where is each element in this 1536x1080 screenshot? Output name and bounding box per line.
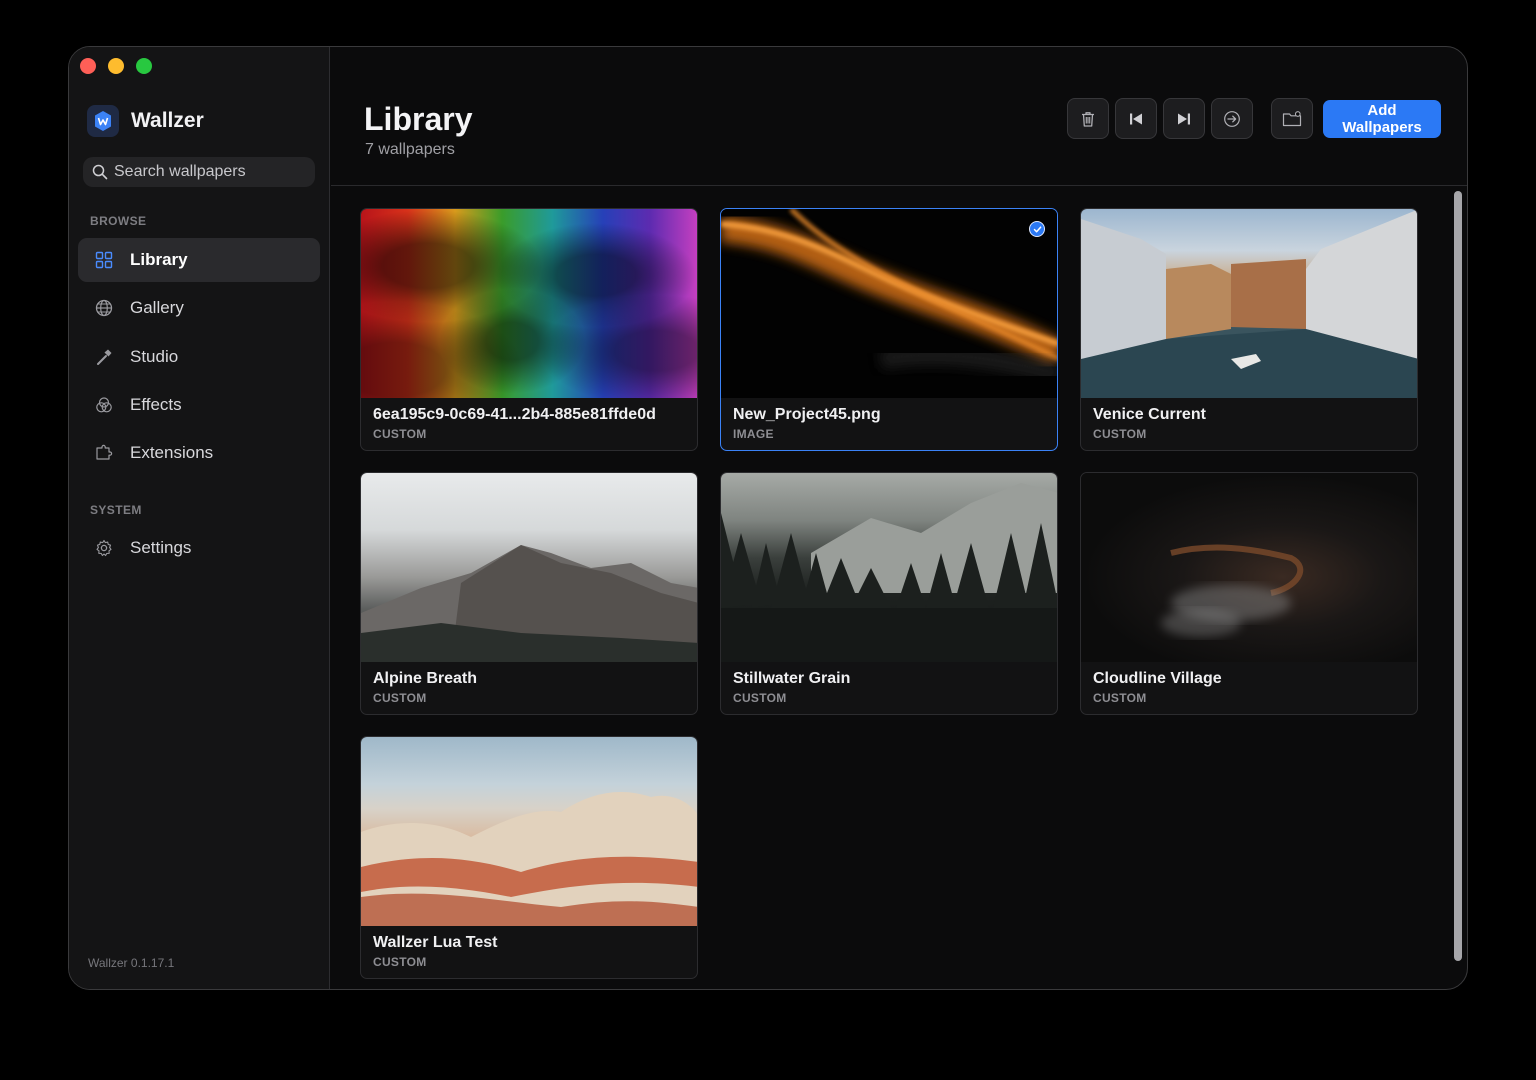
skip-forward-icon bbox=[1178, 113, 1190, 124]
wallpaper-title: Wallzer Lua Test bbox=[373, 934, 498, 951]
arrow-circle-icon bbox=[1224, 110, 1240, 127]
main-content: Library 7 wallpapers Add Wallpapers 6ea1… bbox=[331, 47, 1467, 989]
sidebar-item-extensions[interactable]: Extensions bbox=[78, 431, 320, 475]
hammer-icon bbox=[94, 347, 114, 367]
add-wallpapers-button[interactable]: Add Wallpapers bbox=[1323, 99, 1441, 138]
wallpaper-thumbnail bbox=[1081, 209, 1417, 398]
sidebar-item-label: Extensions bbox=[130, 443, 214, 462]
wallpaper-card[interactable]: New_Project45.png IMAGE bbox=[720, 208, 1058, 451]
sidebar-item-settings[interactable]: Settings bbox=[78, 526, 320, 570]
header-divider bbox=[331, 185, 1467, 186]
app-window: Wallzer BROWSE Library bbox=[68, 46, 1468, 990]
wallpaper-card[interactable]: 6ea195c9-0c69-41...2b4-885e81ffde0d CUST… bbox=[360, 208, 698, 451]
effects-icon bbox=[94, 395, 114, 415]
wallpaper-title: Venice Current bbox=[1093, 406, 1206, 423]
search-input[interactable] bbox=[114, 163, 304, 181]
page-title: Library bbox=[364, 101, 473, 137]
wallpaper-type: CUSTOM bbox=[1093, 427, 1147, 441]
selected-check-icon bbox=[1029, 221, 1045, 237]
delete-button[interactable] bbox=[1067, 98, 1109, 139]
wallpaper-thumbnail bbox=[361, 209, 697, 398]
globe-icon bbox=[94, 298, 114, 318]
trash-icon bbox=[1082, 111, 1094, 127]
sidebar-item-library[interactable]: Library bbox=[78, 238, 320, 282]
scrollbar[interactable] bbox=[1452, 189, 1464, 979]
wallpaper-card[interactable]: Cloudline Village CUSTOM bbox=[1080, 472, 1418, 715]
scrollbar-thumb[interactable] bbox=[1454, 191, 1462, 961]
search-box[interactable] bbox=[83, 157, 315, 187]
app-version: Wallzer 0.1.17.1 bbox=[88, 956, 175, 970]
skip-back-icon bbox=[1130, 113, 1142, 124]
folder-icon bbox=[1282, 110, 1302, 126]
open-folder-button[interactable] bbox=[1271, 98, 1313, 139]
wallpaper-title: Cloudline Village bbox=[1093, 670, 1222, 687]
puzzle-icon bbox=[94, 443, 114, 463]
previous-wallpaper-button[interactable] bbox=[1115, 98, 1157, 139]
wallpaper-thumbnail bbox=[721, 209, 1057, 398]
wallpaper-title: New_Project45.png bbox=[733, 406, 881, 423]
wallpaper-title: Alpine Breath bbox=[373, 670, 478, 687]
wallpaper-type: IMAGE bbox=[733, 427, 774, 441]
system-section-label: SYSTEM bbox=[90, 503, 142, 517]
wallpaper-title: Stillwater Grain bbox=[733, 670, 851, 687]
wallpaper-type: CUSTOM bbox=[1093, 691, 1147, 705]
window-controls bbox=[80, 58, 152, 74]
wallpaper-title: 6ea195c9-0c69-41...2b4-885e81ffde0d bbox=[373, 406, 656, 423]
sidebar-item-studio[interactable]: Studio bbox=[78, 335, 320, 379]
wallpaper-count: 7 wallpapers bbox=[365, 141, 455, 158]
close-window-button[interactable] bbox=[80, 58, 96, 74]
app-name: Wallzer bbox=[131, 109, 204, 132]
minimize-window-button[interactable] bbox=[108, 58, 124, 74]
wallpaper-thumbnail bbox=[721, 473, 1057, 662]
wallpaper-type: CUSTOM bbox=[373, 955, 427, 969]
wallpaper-type: CUSTOM bbox=[373, 427, 427, 441]
wallzer-logo-icon bbox=[87, 105, 119, 137]
brand: Wallzer bbox=[87, 105, 204, 137]
sidebar-item-label: Library bbox=[130, 250, 188, 269]
wallpaper-card[interactable]: Alpine Breath CUSTOM bbox=[360, 472, 698, 715]
toolbar: Add Wallpapers bbox=[1067, 98, 1441, 139]
sidebar-item-label: Gallery bbox=[130, 298, 184, 317]
zoom-window-button[interactable] bbox=[136, 58, 152, 74]
wallpaper-thumbnail bbox=[1081, 473, 1417, 662]
sidebar-item-label: Studio bbox=[130, 347, 179, 366]
sidebar-item-effects[interactable]: Effects bbox=[78, 383, 320, 427]
browse-section-label: BROWSE bbox=[90, 214, 147, 228]
gear-icon bbox=[94, 538, 114, 558]
wallpaper-card[interactable]: Stillwater Grain CUSTOM bbox=[720, 472, 1058, 715]
sidebar-item-label: Settings bbox=[130, 538, 192, 557]
wallpaper-thumbnail bbox=[361, 737, 697, 926]
sidebar-item-label: Effects bbox=[130, 395, 182, 414]
next-wallpaper-button[interactable] bbox=[1163, 98, 1205, 139]
wallpaper-card[interactable]: Venice Current CUSTOM bbox=[1080, 208, 1418, 451]
grid-icon bbox=[94, 250, 114, 270]
search-icon bbox=[92, 164, 108, 180]
sidebar-item-gallery[interactable]: Gallery bbox=[78, 286, 320, 330]
wallpaper-type: CUSTOM bbox=[733, 691, 787, 705]
wallpaper-type: CUSTOM bbox=[373, 691, 427, 705]
wallpaper-card[interactable]: Wallzer Lua Test CUSTOM bbox=[360, 736, 698, 979]
apply-wallpaper-button[interactable] bbox=[1211, 98, 1253, 139]
sidebar: Wallzer BROWSE Library bbox=[69, 47, 330, 989]
wallpaper-thumbnail bbox=[361, 473, 697, 662]
